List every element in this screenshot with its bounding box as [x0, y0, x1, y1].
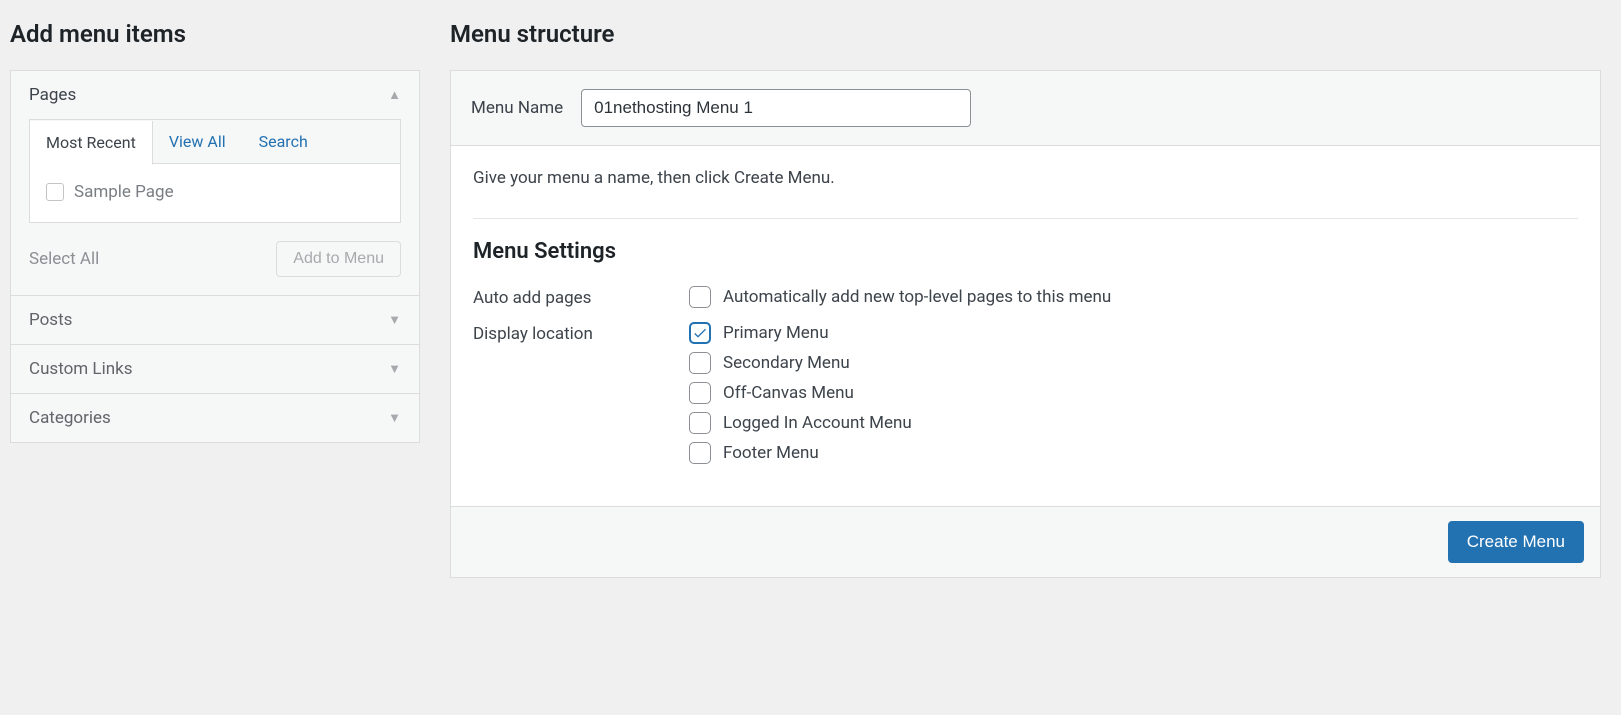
footer-menu-label: Footer Menu	[723, 443, 819, 463]
menu-settings-title: Menu Settings	[473, 239, 1578, 264]
checkbox-footer-menu[interactable]	[689, 442, 711, 464]
accordion-custom-links-label: Custom Links	[29, 359, 133, 379]
secondary-menu-label: Secondary Menu	[723, 353, 850, 373]
checkbox-auto-add[interactable]	[689, 286, 711, 308]
divider	[473, 218, 1578, 219]
tab-most-recent[interactable]: Most Recent	[30, 121, 153, 165]
checkbox-account-menu[interactable]	[689, 412, 711, 434]
create-menu-button[interactable]: Create Menu	[1448, 521, 1584, 563]
accordion-posts-label: Posts	[29, 310, 72, 330]
menu-name-label: Menu Name	[471, 98, 563, 118]
pages-tabs: Most Recent View All Search	[30, 120, 400, 164]
checkbox-secondary-menu[interactable]	[689, 352, 711, 374]
accordion-pages-label: Pages	[29, 85, 76, 105]
menu-structure-title: Menu structure	[450, 10, 1601, 56]
offcanvas-menu-label: Off-Canvas Menu	[723, 383, 854, 403]
caret-down-icon: ▼	[388, 312, 401, 328]
primary-menu-label: Primary Menu	[723, 323, 829, 343]
accordion-container: Pages ▲ Most Recent View All Search	[10, 70, 420, 443]
menu-help-text: Give your menu a name, then click Create…	[473, 168, 1578, 188]
select-all-link[interactable]: Select All	[29, 249, 99, 269]
checkbox-offcanvas-menu[interactable]	[689, 382, 711, 404]
menu-name-input[interactable]	[581, 89, 971, 127]
auto-add-label: Auto add pages	[473, 286, 689, 308]
display-location-label: Display location	[473, 322, 689, 344]
add-to-menu-button[interactable]: Add to Menu	[276, 241, 401, 277]
caret-down-icon: ▼	[388, 410, 401, 426]
accordion-categories[interactable]: Categories ▼	[11, 394, 419, 442]
accordion-posts[interactable]: Posts ▼	[11, 296, 419, 344]
account-menu-label: Logged In Account Menu	[723, 413, 912, 433]
tab-search[interactable]: Search	[243, 120, 325, 163]
auto-add-option-label: Automatically add new top-level pages to…	[723, 287, 1111, 307]
sample-page-label: Sample Page	[74, 182, 174, 202]
caret-up-icon: ▲	[388, 87, 401, 103]
accordion-pages[interactable]: Pages ▲	[11, 71, 419, 119]
checkbox-primary-menu[interactable]	[689, 322, 711, 344]
add-menu-items-title: Add menu items	[10, 10, 420, 56]
caret-down-icon: ▼	[388, 361, 401, 377]
tab-view-all[interactable]: View All	[153, 120, 243, 163]
accordion-custom-links[interactable]: Custom Links ▼	[11, 345, 419, 393]
checkbox-sample-page[interactable]	[46, 183, 64, 201]
accordion-categories-label: Categories	[29, 408, 111, 428]
